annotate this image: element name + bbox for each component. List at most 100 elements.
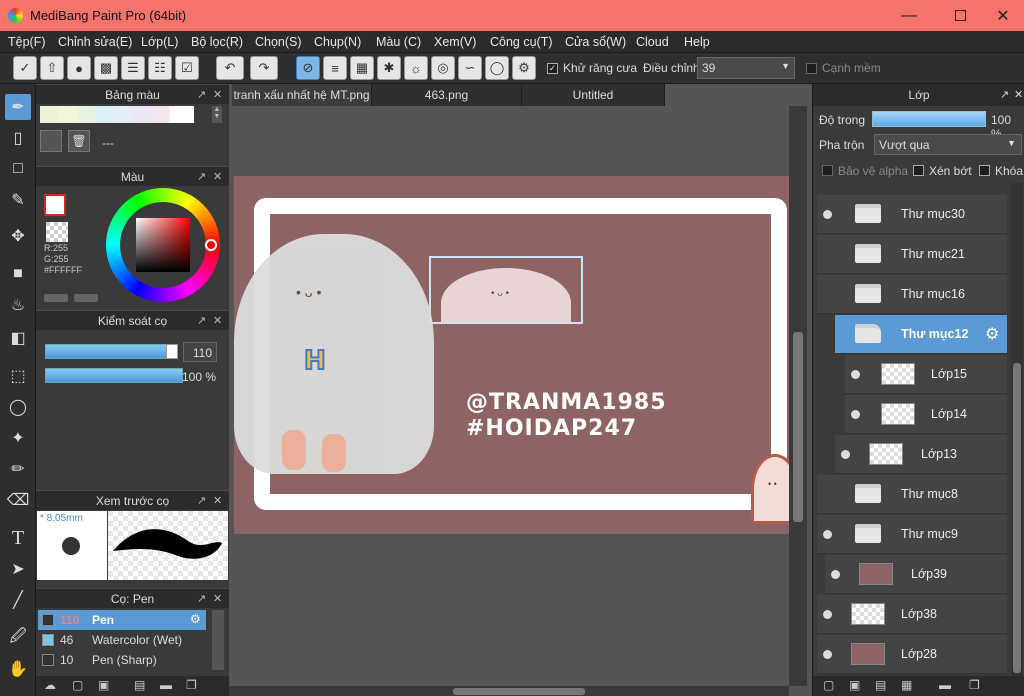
eraser-tool-icon[interactable]: ▯ [5,125,31,151]
foreground-color-swatch[interactable] [44,194,66,216]
layer-row[interactable]: Lớp39 [825,555,1007,594]
menu-view[interactable]: Xem(V) [434,35,476,49]
rect-select-icon[interactable]: ⬚ [5,363,31,389]
eye-icon[interactable] [823,530,832,539]
layer-row[interactable]: Lớp14 [845,395,1007,434]
curve-snap-icon[interactable]: ∽ [458,56,482,80]
selection-pen-icon[interactable]: ✎ [5,187,31,213]
ellipse-snap-icon[interactable]: ◯ [485,56,509,80]
menu-capture[interactable]: Chụp(N) [314,35,361,49]
vertical-scrollbar[interactable] [789,106,807,686]
layer-row[interactable]: Thư mục30 [817,195,1007,234]
layer-row[interactable]: Lớp15 [845,355,1007,394]
close-button[interactable]: ✕ [980,0,1024,31]
new-layer-icon[interactable]: ▢ [823,678,834,692]
gear-icon[interactable]: ⚙ [190,612,201,626]
close-icon[interactable]: ✕ [213,167,222,187]
chat-icon[interactable]: ▩ [94,56,118,80]
close-icon[interactable]: ✕ [213,589,222,609]
tab-document-1[interactable]: tranh xấu nhất hệ MT.png [232,84,372,106]
alpha-protect-checkbox[interactable] [822,165,833,176]
layer-row[interactable]: Thư mục21 [817,235,1007,274]
gradient-tool-icon[interactable]: ◧ [5,325,31,351]
menu-cloud[interactable]: Cloud [636,35,669,49]
gear-icon[interactable]: ⚙ [985,324,999,344]
close-icon[interactable]: ✕ [1014,84,1023,106]
eye-icon[interactable] [823,650,832,659]
popout-icon[interactable]: ↗ [197,491,206,511]
scrollbar-thumb[interactable] [793,332,803,522]
tab-document-2[interactable]: 463.png [372,84,522,106]
eye-icon[interactable] [851,370,860,379]
color-picker-button[interactable] [74,294,98,302]
new-layer-1bit-icon[interactable]: ▤ [875,678,886,692]
cloud-brush-icon[interactable]: ☁ [44,678,56,692]
palette-scrollbar[interactable]: ▲ ▼ [212,106,222,123]
popout-icon[interactable]: ↗ [1000,84,1009,106]
select-eraser-icon[interactable]: ⌫ [5,487,31,513]
checklist-icon[interactable]: ☑ [175,56,199,80]
text-tool-icon[interactable]: T [5,525,31,551]
radial-snap-icon[interactable]: ✱ [377,56,401,80]
brush-tool-icon[interactable]: ✒ [5,94,31,120]
clip-checkbox[interactable] [913,165,924,176]
horizontal-scrollbar[interactable] [229,686,789,696]
antialias-checkbox[interactable]: ✓ [547,63,558,74]
operation-tool-icon[interactable]: ➤ [5,556,31,582]
folder-icon[interactable]: ▬ [160,678,172,692]
concentric-snap-icon[interactable]: ◎ [431,56,455,80]
scrollbar-thumb[interactable] [1013,363,1021,673]
maximize-button[interactable] [937,0,983,31]
popout-icon[interactable]: ↗ [197,167,206,187]
menu-tools[interactable]: Công cụ(T) [490,35,553,49]
tab-document-3[interactable]: Untitled [522,84,665,106]
frame-divider-icon[interactable]: ╱ [5,587,31,613]
slider-handle[interactable] [166,344,178,359]
color-mode-button[interactable] [44,294,68,302]
no-snap-icon[interactable]: ⊘ [296,56,320,80]
layer-row[interactable]: Thư mục16 [817,275,1007,314]
delete-palette-button[interactable]: 🗑 [68,130,90,152]
close-icon[interactable]: ✕ [213,85,222,105]
canvas-viewport[interactable]: • ᴗ • • ᴗ • H @TRANMA1985 #HOIDAP247 • • [229,106,789,696]
menu-file[interactable]: Tệp(F) [8,35,46,49]
eyedropper-icon[interactable]: 🖉 [5,625,31,651]
fill-rect-icon[interactable]: ■ [5,261,31,287]
menu-select[interactable]: Chọn(S) [255,35,302,49]
brush-item-watercolor[interactable]: 46 Watercolor (Wet) [38,630,206,650]
layer-row[interactable]: Thư mục9 [817,515,1007,554]
scrollbar-thumb[interactable] [453,688,585,695]
document-icon[interactable]: ☰ [121,56,145,80]
minimize-button[interactable]: — [886,0,932,31]
layer-row[interactable]: Lớp28 [817,635,1007,674]
duplicate-layer-icon[interactable]: ❐ [969,678,980,692]
eye-icon[interactable] [831,570,840,579]
menu-layer[interactable]: Lớp(L) [141,35,178,49]
brush-item-pen[interactable]: 110 Pen ⚙ [38,610,206,630]
close-icon[interactable]: ✕ [213,491,222,511]
layer-row-selected[interactable]: Thư mục12 ⚙ [835,315,1007,354]
brush-item-pen-sharp[interactable]: 10 Pen (Sharp) [38,650,206,670]
popout-icon[interactable]: ↗ [197,311,206,331]
popout-icon[interactable]: ↗ [197,589,206,609]
menu-window[interactable]: Cửa sổ(W) [565,35,626,49]
brush-opacity-slider[interactable] [45,368,183,383]
eye-icon[interactable] [851,410,860,419]
eye-icon[interactable] [841,450,850,459]
menu-filter[interactable]: Bộ lọc(R) [191,35,243,49]
eye-icon[interactable] [823,210,832,219]
new-folder-icon[interactable]: ▬ [939,678,951,692]
redo-icon[interactable]: ↷ [250,56,278,80]
hand-tool-icon[interactable]: ✋ [5,656,31,682]
grid-snap-icon[interactable]: ▦ [350,56,374,80]
add-layer-menu-icon[interactable]: ▦ [901,678,912,692]
layer-opacity-slider[interactable] [872,111,986,127]
close-icon[interactable]: ✕ [213,311,222,331]
eye-icon[interactable] [823,610,832,619]
layer-list-scrollbar[interactable] [1011,183,1023,676]
saturation-value-square[interactable] [136,218,190,272]
hue-ring[interactable] [106,188,220,302]
lock-checkbox[interactable] [979,165,990,176]
layer-row[interactable]: Lớp13 [835,435,1007,474]
artwork-canvas[interactable]: • ᴗ • • ᴗ • H @TRANMA1985 #HOIDAP247 • • [234,176,789,534]
